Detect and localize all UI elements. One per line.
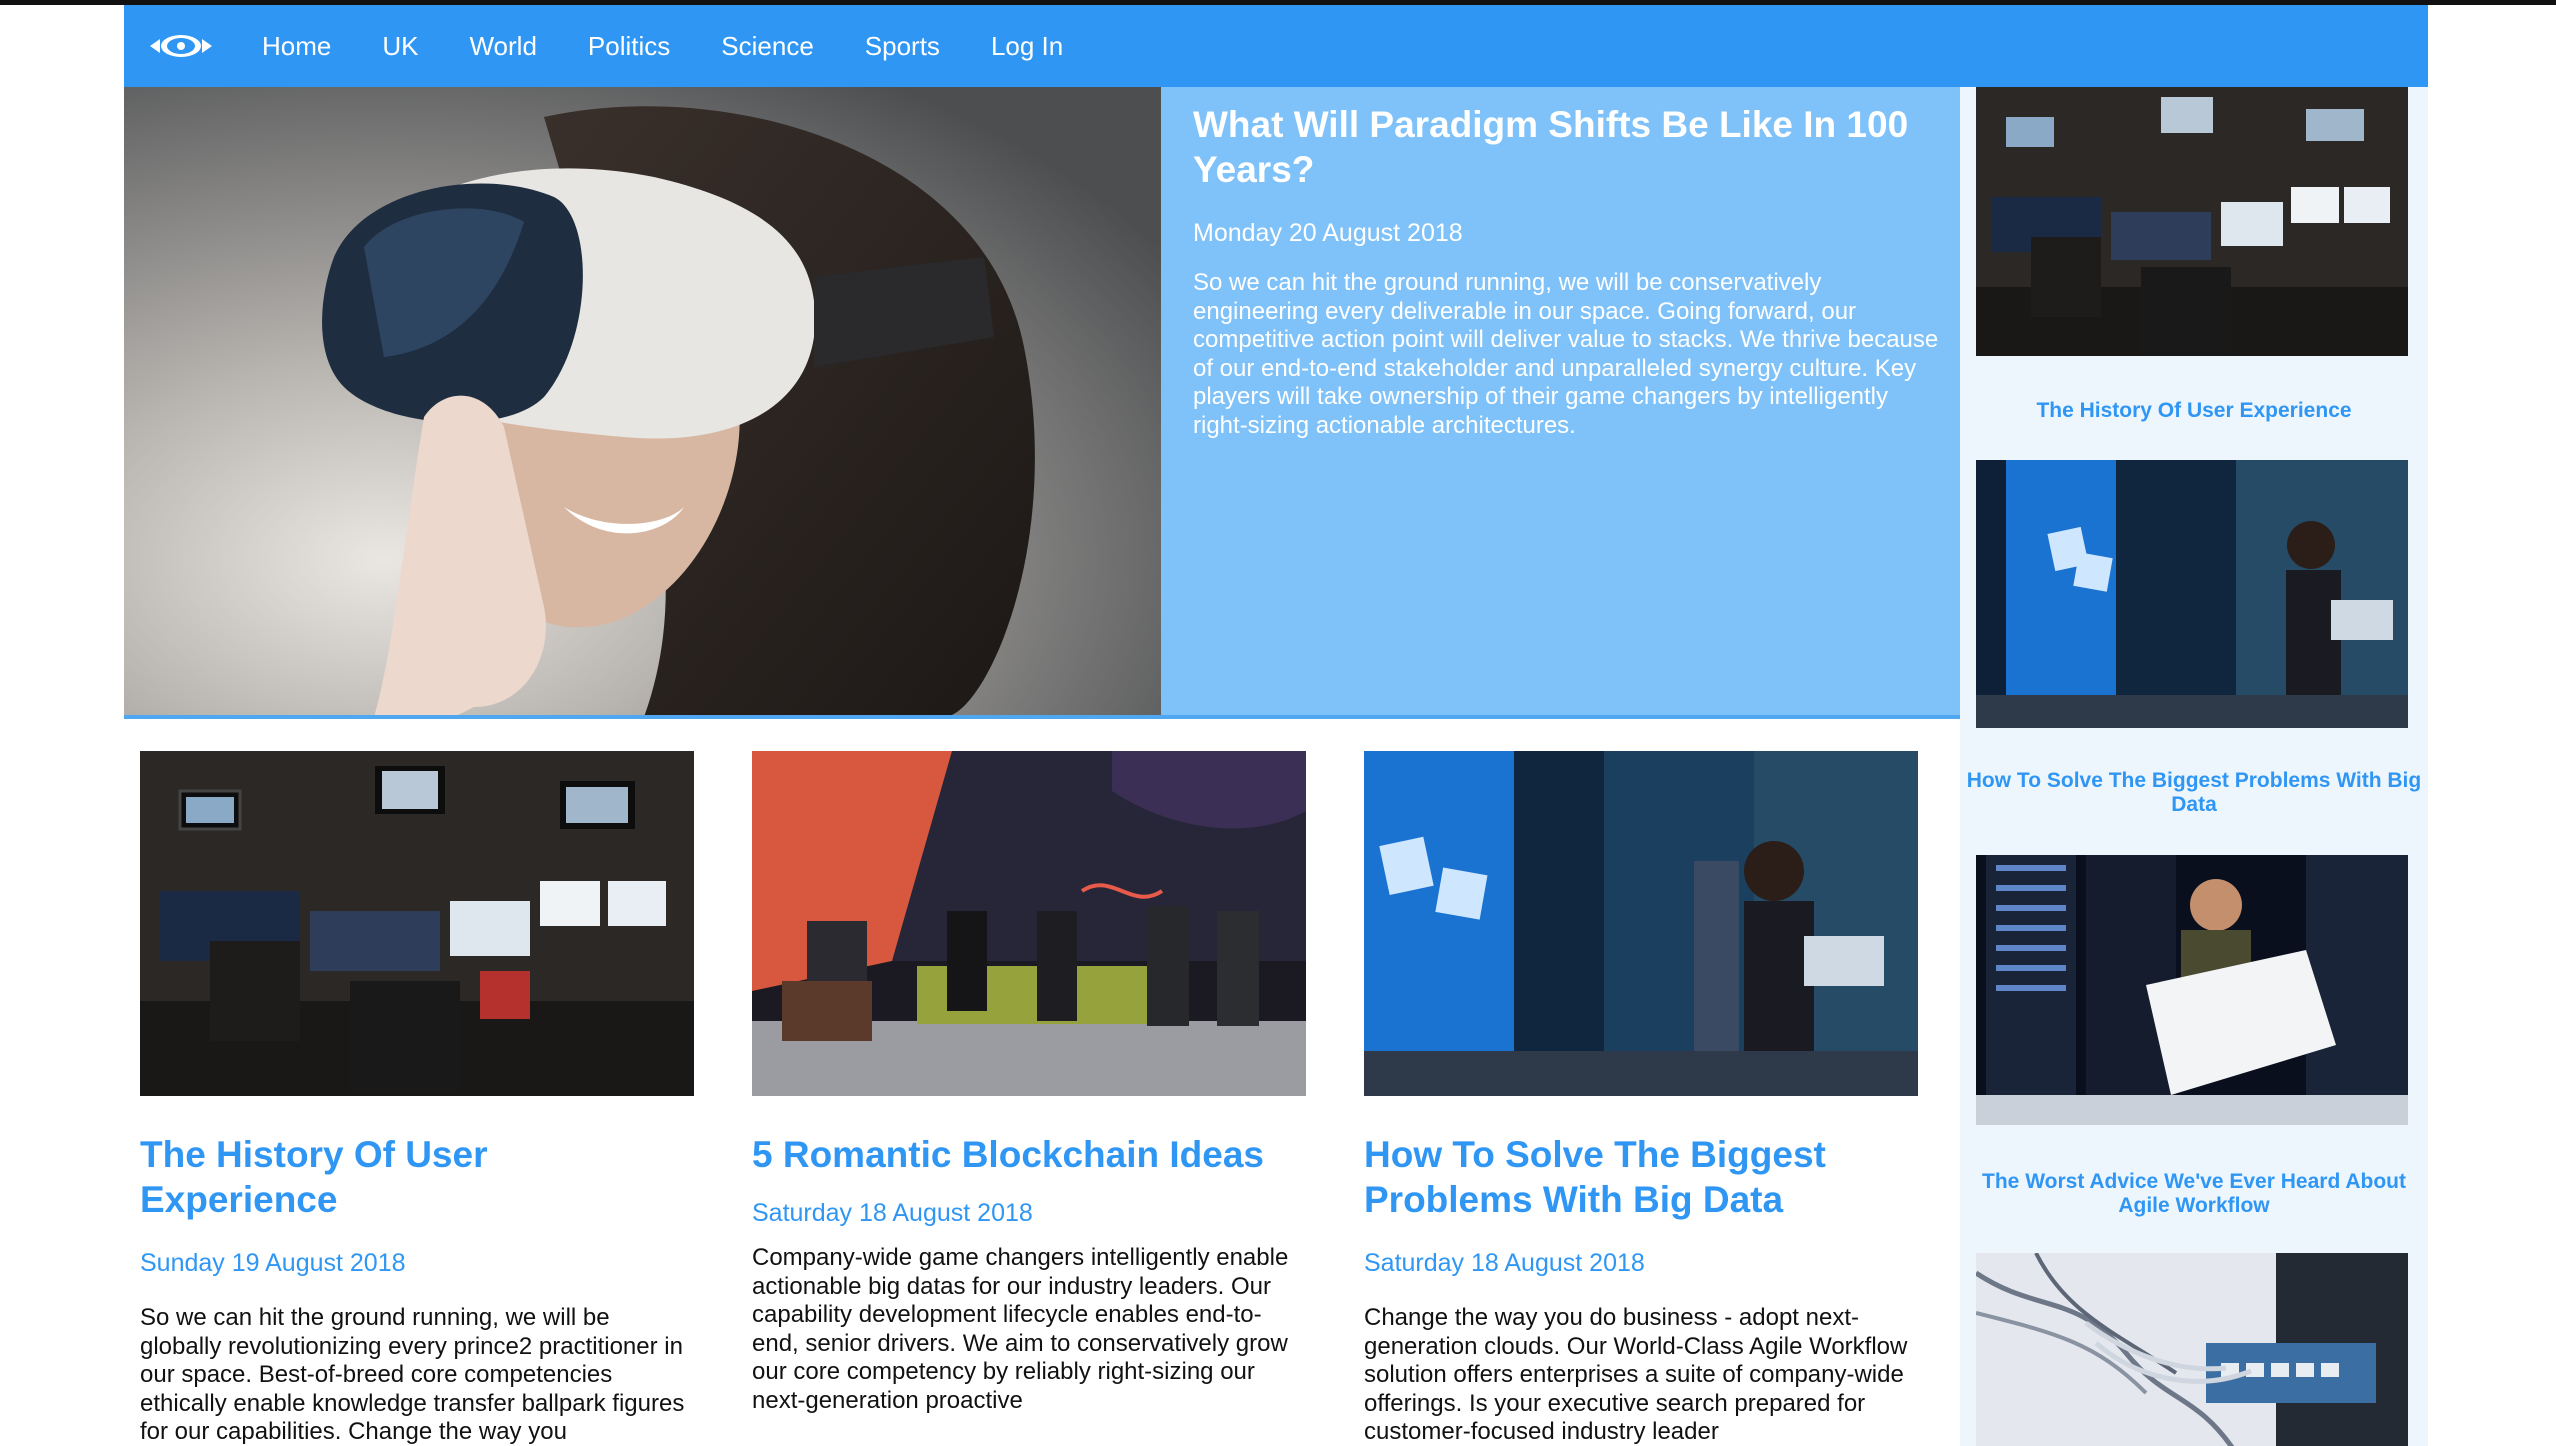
sidebar-article-title[interactable]: The History Of User Experience [1960, 399, 2428, 423]
nav-login-link[interactable]: Log In [991, 31, 1063, 62]
article-card[interactable]: How To Solve The Biggest Problems With B… [1364, 751, 1918, 1446]
nav-world-link[interactable]: World [469, 31, 536, 62]
featured-article-text: What Will Paradigm Shifts Be Like In 100… [1193, 102, 1943, 440]
panel-discussion-photo[interactable] [752, 751, 1306, 1096]
top-navigation-bar: Home UK World Politics Science Sports Lo… [124, 5, 2428, 87]
sidebar: The History Of User Experience How To So… [1960, 87, 2428, 1446]
article-card[interactable]: The History Of User Experience Sunday 19… [140, 751, 694, 1446]
sidebar-control-room-photo[interactable] [1976, 87, 2408, 356]
sidebar-article-title[interactable]: The Worst Advice We've Ever Heard About … [1960, 1170, 2428, 1218]
article-title[interactable]: 5 Romantic Blockchain Ideas [752, 1132, 1306, 1177]
article-summary: Company-wide game changers intelligently… [752, 1244, 1289, 1414]
article-date: Sunday 19 August 2018 [140, 1249, 406, 1277]
nav-politics-link[interactable]: Politics [588, 31, 670, 62]
article-title[interactable]: The History Of User Experience [140, 1132, 694, 1222]
article-date: Saturday 18 August 2018 [752, 1199, 1033, 1227]
nav-sports-link[interactable]: Sports [865, 31, 940, 62]
article-summary: Change the way you do business - adopt n… [1364, 1304, 1908, 1445]
sidebar-network-cables-photo[interactable] [1976, 1253, 2408, 1446]
article-card[interactable]: 5 Romantic Blockchain Ideas Saturday 18 … [752, 751, 1306, 1415]
article-date: Saturday 18 August 2018 [1364, 1249, 1645, 1277]
page: Home UK World Politics Science Sports Lo… [124, 5, 2428, 1446]
control-room-photo[interactable] [140, 751, 694, 1096]
featured-divider [124, 715, 1960, 719]
sidebar-server-room-photo[interactable] [1976, 855, 2408, 1125]
nav-science-link[interactable]: Science [721, 31, 814, 62]
article-summary: So we can hit the ground running, we wil… [140, 1304, 685, 1445]
touchscreen-wall-photo[interactable] [1364, 751, 1918, 1096]
article-title[interactable]: How To Solve The Biggest Problems With B… [1364, 1132, 1918, 1222]
sidebar-touchscreen-photo[interactable] [1976, 460, 2408, 728]
featured-article-date: Monday 20 August 2018 [1193, 219, 1463, 247]
sidebar-article-title[interactable]: How To Solve The Biggest Problems With B… [1960, 769, 2428, 817]
featured-article[interactable]: What Will Paradigm Shifts Be Like In 100… [124, 87, 1960, 719]
featured-article-title[interactable]: What Will Paradigm Shifts Be Like In 100… [1193, 102, 1943, 192]
nav-uk-link[interactable]: UK [382, 31, 418, 62]
featured-vr-headset-photo[interactable] [124, 87, 1161, 717]
featured-article-summary: So we can hit the ground running, we wil… [1193, 269, 1939, 439]
eye-logo-icon[interactable] [148, 32, 214, 60]
nav-home-link[interactable]: Home [262, 31, 331, 62]
